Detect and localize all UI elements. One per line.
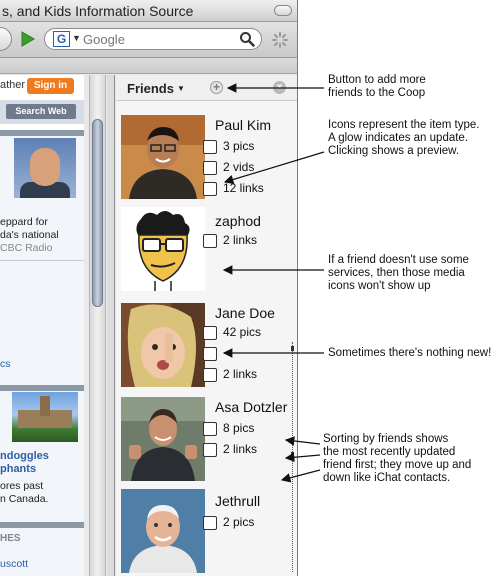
guide-tick (291, 452, 294, 457)
section-divider (0, 522, 84, 528)
story-link[interactable]: cs (0, 358, 11, 370)
item-label: 2 links (223, 442, 258, 456)
links-icon (203, 182, 217, 196)
annotation-icons: Icons represent the item type. A glow in… (328, 119, 480, 158)
annotation-line: friends to the Coop (328, 87, 426, 99)
section-divider (0, 130, 84, 136)
annotation-line: Icons represent the item type. (328, 119, 480, 131)
story-photo[interactable] (12, 392, 78, 442)
engine-dropdown-icon[interactable]: ▼ (72, 33, 81, 43)
loading-spinner-icon (272, 32, 288, 48)
friends-sidebar: Friends ▼ + × Paul Kim 3 pics 2 vids 12 … (116, 75, 297, 576)
section-divider (0, 385, 84, 391)
friends-menu[interactable]: Friends ▼ (127, 81, 185, 96)
annotation-add-friends: Button to add more friends to the Coop (328, 74, 426, 100)
scrollbar-thumb[interactable] (92, 119, 103, 307)
scroll-guide-line (292, 342, 293, 572)
pics-icon (203, 516, 217, 530)
section-label: HES (0, 533, 21, 544)
annotation-line: services, then those media (328, 267, 465, 279)
guide-tick (291, 346, 294, 351)
friend-name[interactable]: Paul Kim (215, 117, 271, 133)
annotation-nothing-new: Sometimes there's nothing new! (328, 347, 491, 360)
pics-icon (203, 326, 217, 340)
avatar[interactable] (121, 397, 205, 481)
item-label: 2 links (223, 233, 258, 247)
sign-in-button[interactable]: Sign in (27, 78, 74, 94)
search-engine-icon[interactable]: G (53, 31, 70, 47)
story-link[interactable]: uscott (0, 558, 28, 570)
search-box[interactable]: G ▼ (44, 28, 262, 50)
sidebar-header: Friends ▼ + × (116, 75, 297, 101)
window-title: s, and Kids Information Source (2, 3, 194, 19)
item-label: 2 vids (223, 160, 255, 174)
item-label: 42 pics (223, 325, 262, 339)
story-headline[interactable]: ndoggles (0, 450, 49, 462)
search-input[interactable] (83, 31, 233, 47)
page-scrollbar[interactable] (89, 75, 106, 576)
sidebar-splitter[interactable] (107, 75, 115, 576)
friend-name[interactable]: Jane Doe (215, 305, 275, 321)
friends-menu-label: Friends (127, 81, 174, 96)
annotation-line: Button to add more (328, 74, 426, 86)
browser-window: s, and Kids Information Source G ▼ Googl… (0, 0, 298, 576)
avatar[interactable] (121, 115, 205, 199)
title-bar: s, and Kids Information Source (0, 0, 297, 22)
avatar[interactable] (121, 303, 205, 387)
annotation-line: If a friend doesn't use some (328, 254, 469, 266)
navigation-toolbar: G ▼ (0, 22, 297, 58)
story-source: CBC Radio (0, 242, 53, 254)
item-label: 3 pics (223, 139, 255, 153)
plus-circle-icon: + (212, 80, 220, 94)
story-text: ores past (0, 480, 44, 492)
annotation-line: the most recently updated (323, 446, 456, 458)
annotation-missing-services: If a friend doesn't use some services, t… (328, 254, 469, 293)
back-button[interactable] (0, 27, 12, 51)
annotation-line: Sorting by friends shows (323, 433, 449, 445)
item-label: 2 pics (223, 515, 255, 529)
links-icon (203, 443, 217, 457)
chevron-down-icon: ▼ (176, 84, 185, 93)
web-page-content: ather Sign in Search Web eppard for da's… (0, 75, 84, 576)
pics-icon (203, 140, 217, 154)
close-circle-icon: × (276, 82, 283, 93)
friend-name[interactable]: Jethrull (215, 493, 260, 509)
story-text: eppard for (0, 216, 48, 228)
bookmarks-bar (0, 58, 297, 74)
annotation-line: friend first; they move up and (323, 459, 472, 471)
vids-icon (203, 161, 217, 175)
news-column: eppard for da's national CBC Radio cs nd… (0, 130, 84, 576)
weather-link[interactable]: ather (0, 79, 25, 91)
search-icon[interactable] (239, 31, 255, 47)
story-text: n Canada. (0, 493, 49, 505)
story-photo[interactable] (14, 138, 76, 198)
item-label: 2 links (223, 367, 258, 381)
friend-name[interactable]: Asa Dotzler (215, 399, 287, 415)
avatar[interactable] (121, 207, 205, 291)
avatar[interactable] (121, 489, 205, 573)
annotation-line: A glow indicates an update. (328, 132, 469, 144)
story-headline[interactable]: phants (0, 463, 36, 475)
annotation-line: down like iChat contacts. (323, 472, 451, 484)
search-band: Search Web (0, 100, 84, 124)
annotation-line: Sometimes there's nothing new! (328, 347, 492, 359)
annotation-line: Clicking shows a preview. (328, 145, 460, 157)
go-arrow-icon (21, 31, 35, 47)
annotation-line: icons won't show up (328, 280, 431, 292)
toolbar-toggle-button[interactable] (274, 5, 292, 16)
links-icon (203, 234, 217, 248)
close-sidebar-button[interactable]: × (273, 81, 286, 94)
go-button[interactable] (16, 28, 38, 50)
annotation-sorting: Sorting by friends shows the most recent… (323, 433, 471, 485)
item-label: 8 pics (223, 421, 255, 435)
friend-name[interactable]: zaphod (215, 213, 261, 229)
pics-icon (203, 422, 217, 436)
add-friend-button[interactable]: + (210, 81, 223, 94)
empty-item-icon (203, 347, 217, 361)
story-text: da's national (0, 229, 59, 241)
search-web-button[interactable]: Search Web (6, 104, 76, 119)
item-label: 12 links (223, 181, 264, 195)
links-icon (203, 368, 217, 382)
